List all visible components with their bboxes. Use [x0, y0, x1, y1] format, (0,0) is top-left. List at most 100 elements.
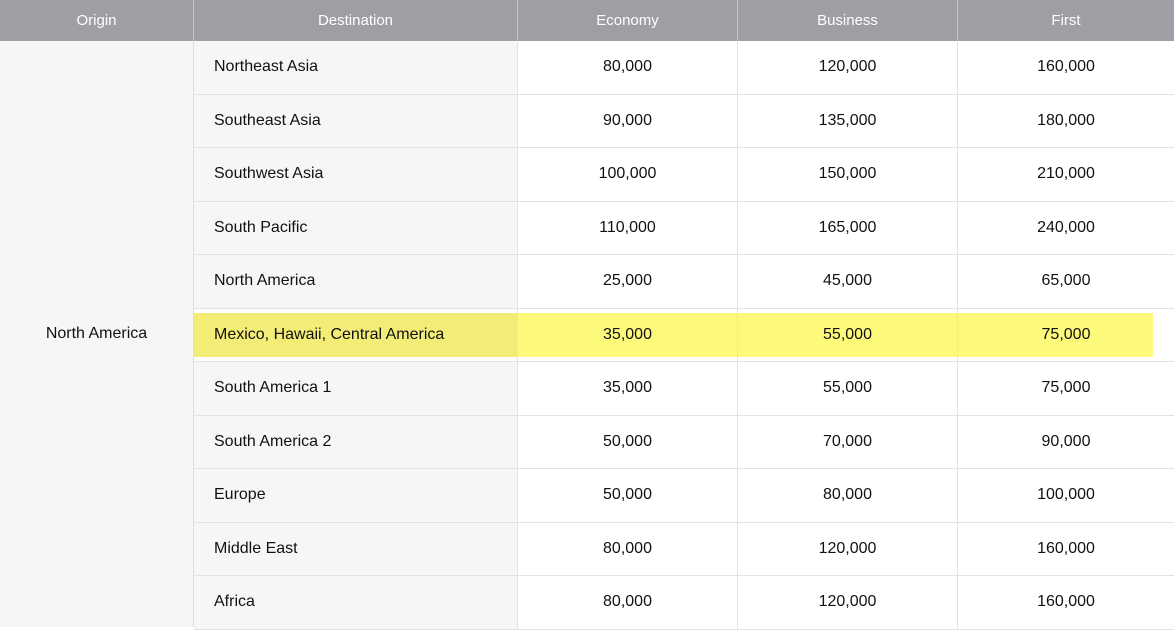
economy-cell: 80,000	[518, 576, 738, 629]
first-cell-value: 180,000	[1037, 111, 1095, 129]
destination-cell: Northeast Asia	[194, 41, 518, 94]
award-chart-table: Origin Destination Economy Business Firs…	[0, 0, 1174, 630]
economy-cell: 80,000	[518, 522, 738, 575]
business-cell: 120,000	[738, 41, 958, 94]
economy-cell-value: 80,000	[603, 58, 652, 76]
table-row: Europe 50,000 80,000 100,000	[194, 469, 1174, 523]
economy-cell: 50,000	[518, 469, 738, 522]
destination-cell-value: North America	[214, 272, 316, 290]
economy-cell: 100,000	[518, 148, 738, 201]
business-cell-value: 120,000	[818, 593, 877, 611]
table-header: Origin Destination Economy Business Firs…	[0, 0, 1174, 41]
table-row: Middle East 80,000 120,000 160,000	[194, 522, 1174, 576]
business-cell-value: 120,000	[818, 58, 877, 76]
first-cell: 90,000	[958, 416, 1174, 469]
destination-cell: North America	[194, 255, 518, 308]
economy-cell-value: 35,000	[603, 325, 652, 343]
destination-cell: Middle East	[194, 522, 518, 575]
destination-cell: Southwest Asia	[194, 148, 518, 201]
destination-cell-value: South Pacific	[214, 218, 308, 236]
business-cell: 55,000	[738, 362, 958, 415]
table-body: Northeast Asia 80,000 120,000 160,000 Southe…	[194, 41, 1174, 630]
table-row: South America 1 35,000 55,000 75,000	[194, 362, 1174, 416]
first-cell-value: 75,000	[1041, 379, 1091, 397]
economy-cell-value: 80,000	[603, 539, 652, 557]
business-cell-value: 120,000	[818, 539, 877, 557]
first-cell: 180,000	[958, 95, 1174, 148]
business-cell-value: 55,000	[823, 325, 872, 343]
business-cell: 55,000	[738, 308, 958, 361]
business-cell-value: 70,000	[823, 432, 872, 450]
first-cell: 160,000	[958, 523, 1174, 576]
business-cell: 80,000	[738, 469, 958, 522]
origin-cell: North America	[0, 41, 194, 627]
business-cell: 120,000	[738, 576, 958, 629]
destination-cell: Africa	[194, 576, 518, 629]
economy-cell: 35,000	[518, 308, 738, 361]
table-row: Northeast Asia 80,000 120,000 160,000	[194, 41, 1174, 95]
economy-cell-value: 50,000	[603, 432, 652, 450]
business-cell-value: 135,000	[818, 111, 877, 129]
destination-cell: Europe	[194, 469, 518, 522]
destination-cell-value: Southeast Asia	[214, 111, 321, 129]
destination-cell-value: Europe	[214, 486, 266, 504]
destination-cell-value: Africa	[214, 593, 255, 611]
destination-cell-value: Middle East	[214, 539, 298, 557]
first-cell: 210,000	[958, 148, 1174, 201]
header-economy: Economy	[518, 0, 738, 41]
business-cell: 135,000	[738, 94, 958, 147]
business-cell-value: 165,000	[818, 218, 877, 236]
economy-cell: 25,000	[518, 255, 738, 308]
destination-cell: South America 1	[194, 362, 518, 415]
table-row: Mexico, Hawaii, Central America 35,000 55,…	[194, 308, 1174, 362]
business-cell-value: 45,000	[823, 272, 872, 290]
header-origin: Origin	[0, 0, 194, 41]
first-cell: 160,000	[958, 41, 1174, 94]
first-cell-value: 75,000	[1041, 325, 1091, 343]
destination-cell-value: South America 2	[214, 432, 332, 450]
table-row: South Pacific 110,000 165,000 240,000	[194, 201, 1174, 255]
first-cell-value: 210,000	[1037, 165, 1095, 183]
economy-cell-value: 35,000	[603, 379, 652, 397]
business-cell: 45,000	[738, 255, 958, 308]
table-row: Southeast Asia 90,000 135,000 180,000	[194, 94, 1174, 148]
first-cell-value: 160,000	[1037, 593, 1095, 611]
destination-cell-value: Mexico, Hawaii, Central America	[214, 325, 445, 343]
destination-cell: South Pacific	[194, 201, 518, 254]
economy-cell: 80,000	[518, 41, 738, 94]
table-row: South America 2 50,000 70,000 90,000	[194, 415, 1174, 469]
economy-cell-value: 110,000	[599, 218, 656, 236]
destination-cell: South America 2	[194, 415, 518, 468]
business-cell-value: 80,000	[823, 486, 872, 504]
header-destination: Destination	[194, 0, 518, 41]
economy-cell-value: 100,000	[598, 165, 657, 183]
economy-cell-value: 25,000	[603, 272, 652, 290]
business-cell: 165,000	[738, 201, 958, 254]
destination-cell-value: South America 1	[214, 379, 332, 397]
business-cell: 70,000	[738, 415, 958, 468]
economy-cell: 110,000	[518, 201, 738, 254]
table-row: Southwest Asia 100,000 150,000 210,000	[194, 148, 1174, 202]
table-row: Africa 80,000 120,000 160,000	[194, 576, 1174, 630]
destination-cell-value: Southwest Asia	[214, 165, 324, 183]
economy-cell: 50,000	[518, 415, 738, 468]
first-cell: 65,000	[958, 255, 1174, 308]
first-cell: 240,000	[958, 202, 1174, 255]
business-cell: 120,000	[738, 522, 958, 575]
first-cell-value: 65,000	[1041, 272, 1091, 290]
first-cell: 75,000	[958, 309, 1174, 362]
economy-cell: 35,000	[518, 362, 738, 415]
economy-cell: 90,000	[518, 94, 738, 147]
economy-cell-value: 50,000	[603, 486, 652, 504]
header-first: First	[1051, 12, 1081, 29]
origin-label: North America	[45, 325, 148, 342]
first-cell-value: 160,000	[1037, 539, 1095, 557]
economy-cell-value: 90,000	[603, 111, 652, 129]
first-cell-value: 100,000	[1037, 486, 1095, 504]
header-business: Business	[738, 0, 958, 41]
destination-cell: Mexico, Hawaii, Central America	[194, 308, 518, 361]
destination-cell: Southeast Asia	[194, 94, 518, 147]
first-cell: 75,000	[958, 362, 1174, 415]
table-row: North America 25,000 45,000 65,000	[194, 255, 1174, 309]
destination-cell-value: Northeast Asia	[214, 58, 319, 76]
